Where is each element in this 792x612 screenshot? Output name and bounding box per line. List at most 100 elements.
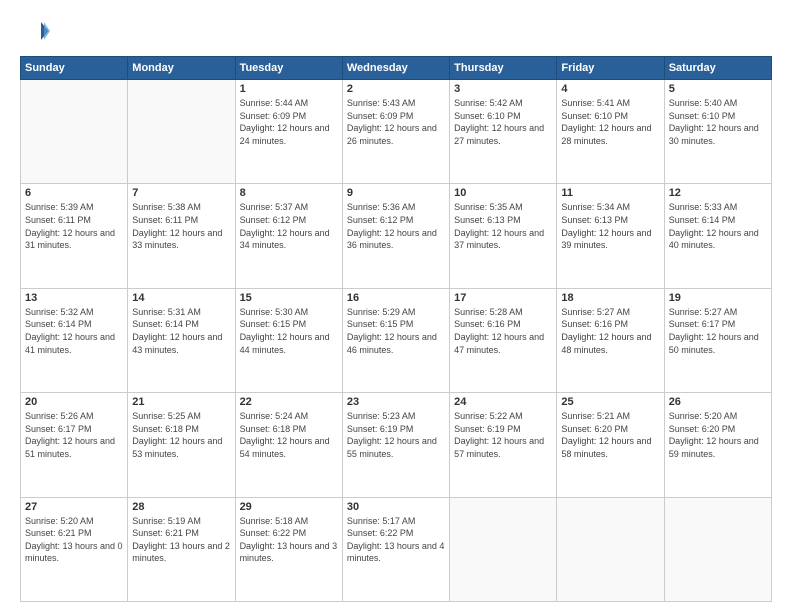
day-number: 30 <box>347 501 445 513</box>
calendar-weekday-thursday: Thursday <box>450 57 557 80</box>
day-number: 11 <box>561 187 659 199</box>
day-number: 27 <box>25 501 123 513</box>
calendar-cell: 19 Sunrise: 5:27 AMSunset: 6:17 PMDaylig… <box>664 288 771 392</box>
calendar-cell: 15 Sunrise: 5:30 AMSunset: 6:15 PMDaylig… <box>235 288 342 392</box>
day-number: 1 <box>240 83 338 95</box>
day-number: 5 <box>669 83 767 95</box>
day-detail: Sunrise: 5:35 AMSunset: 6:13 PMDaylight:… <box>454 202 544 250</box>
calendar-week-row: 27 Sunrise: 5:20 AMSunset: 6:21 PMDaylig… <box>21 497 772 601</box>
calendar-table: SundayMondayTuesdayWednesdayThursdayFrid… <box>20 56 772 602</box>
calendar-week-row: 6 Sunrise: 5:39 AMSunset: 6:11 PMDayligh… <box>21 184 772 288</box>
calendar-cell: 14 Sunrise: 5:31 AMSunset: 6:14 PMDaylig… <box>128 288 235 392</box>
day-detail: Sunrise: 5:21 AMSunset: 6:20 PMDaylight:… <box>561 411 651 459</box>
calendar-cell: 11 Sunrise: 5:34 AMSunset: 6:13 PMDaylig… <box>557 184 664 288</box>
calendar-cell: 2 Sunrise: 5:43 AMSunset: 6:09 PMDayligh… <box>342 80 449 184</box>
logo <box>20 16 54 46</box>
calendar-weekday-tuesday: Tuesday <box>235 57 342 80</box>
calendar-weekday-friday: Friday <box>557 57 664 80</box>
calendar-cell: 23 Sunrise: 5:23 AMSunset: 6:19 PMDaylig… <box>342 393 449 497</box>
day-number: 24 <box>454 396 552 408</box>
day-number: 15 <box>240 292 338 304</box>
day-number: 17 <box>454 292 552 304</box>
calendar-cell: 6 Sunrise: 5:39 AMSunset: 6:11 PMDayligh… <box>21 184 128 288</box>
day-detail: Sunrise: 5:20 AMSunset: 6:20 PMDaylight:… <box>669 411 759 459</box>
day-number: 25 <box>561 396 659 408</box>
calendar-cell: 27 Sunrise: 5:20 AMSunset: 6:21 PMDaylig… <box>21 497 128 601</box>
day-detail: Sunrise: 5:32 AMSunset: 6:14 PMDaylight:… <box>25 307 115 355</box>
day-detail: Sunrise: 5:33 AMSunset: 6:14 PMDaylight:… <box>669 202 759 250</box>
calendar-week-row: 13 Sunrise: 5:32 AMSunset: 6:14 PMDaylig… <box>21 288 772 392</box>
day-number: 10 <box>454 187 552 199</box>
day-detail: Sunrise: 5:36 AMSunset: 6:12 PMDaylight:… <box>347 202 437 250</box>
day-detail: Sunrise: 5:41 AMSunset: 6:10 PMDaylight:… <box>561 98 651 146</box>
calendar-cell: 7 Sunrise: 5:38 AMSunset: 6:11 PMDayligh… <box>128 184 235 288</box>
day-number: 12 <box>669 187 767 199</box>
day-number: 20 <box>25 396 123 408</box>
calendar-week-row: 1 Sunrise: 5:44 AMSunset: 6:09 PMDayligh… <box>21 80 772 184</box>
day-detail: Sunrise: 5:31 AMSunset: 6:14 PMDaylight:… <box>132 307 222 355</box>
calendar-cell: 17 Sunrise: 5:28 AMSunset: 6:16 PMDaylig… <box>450 288 557 392</box>
day-detail: Sunrise: 5:43 AMSunset: 6:09 PMDaylight:… <box>347 98 437 146</box>
day-detail: Sunrise: 5:29 AMSunset: 6:15 PMDaylight:… <box>347 307 437 355</box>
day-detail: Sunrise: 5:24 AMSunset: 6:18 PMDaylight:… <box>240 411 330 459</box>
day-detail: Sunrise: 5:23 AMSunset: 6:19 PMDaylight:… <box>347 411 437 459</box>
day-number: 4 <box>561 83 659 95</box>
calendar-cell: 13 Sunrise: 5:32 AMSunset: 6:14 PMDaylig… <box>21 288 128 392</box>
day-detail: Sunrise: 5:22 AMSunset: 6:19 PMDaylight:… <box>454 411 544 459</box>
calendar-cell: 3 Sunrise: 5:42 AMSunset: 6:10 PMDayligh… <box>450 80 557 184</box>
day-number: 9 <box>347 187 445 199</box>
day-number: 14 <box>132 292 230 304</box>
calendar-cell: 5 Sunrise: 5:40 AMSunset: 6:10 PMDayligh… <box>664 80 771 184</box>
calendar-cell: 26 Sunrise: 5:20 AMSunset: 6:20 PMDaylig… <box>664 393 771 497</box>
day-number: 2 <box>347 83 445 95</box>
calendar-weekday-monday: Monday <box>128 57 235 80</box>
page: SundayMondayTuesdayWednesdayThursdayFrid… <box>0 0 792 612</box>
calendar-cell <box>557 497 664 601</box>
day-detail: Sunrise: 5:18 AMSunset: 6:22 PMDaylight:… <box>240 516 338 564</box>
logo-icon <box>20 16 50 46</box>
day-number: 19 <box>669 292 767 304</box>
calendar-cell: 4 Sunrise: 5:41 AMSunset: 6:10 PMDayligh… <box>557 80 664 184</box>
day-number: 6 <box>25 187 123 199</box>
day-detail: Sunrise: 5:42 AMSunset: 6:10 PMDaylight:… <box>454 98 544 146</box>
calendar-cell: 20 Sunrise: 5:26 AMSunset: 6:17 PMDaylig… <box>21 393 128 497</box>
day-detail: Sunrise: 5:17 AMSunset: 6:22 PMDaylight:… <box>347 516 445 564</box>
day-number: 22 <box>240 396 338 408</box>
day-number: 7 <box>132 187 230 199</box>
day-detail: Sunrise: 5:19 AMSunset: 6:21 PMDaylight:… <box>132 516 230 564</box>
day-detail: Sunrise: 5:27 AMSunset: 6:17 PMDaylight:… <box>669 307 759 355</box>
day-number: 26 <box>669 396 767 408</box>
calendar-cell <box>450 497 557 601</box>
calendar-header-row: SundayMondayTuesdayWednesdayThursdayFrid… <box>21 57 772 80</box>
calendar-cell: 9 Sunrise: 5:36 AMSunset: 6:12 PMDayligh… <box>342 184 449 288</box>
day-detail: Sunrise: 5:34 AMSunset: 6:13 PMDaylight:… <box>561 202 651 250</box>
calendar-cell: 1 Sunrise: 5:44 AMSunset: 6:09 PMDayligh… <box>235 80 342 184</box>
calendar-cell <box>21 80 128 184</box>
calendar-weekday-sunday: Sunday <box>21 57 128 80</box>
calendar-cell: 16 Sunrise: 5:29 AMSunset: 6:15 PMDaylig… <box>342 288 449 392</box>
calendar-cell: 8 Sunrise: 5:37 AMSunset: 6:12 PMDayligh… <box>235 184 342 288</box>
calendar-cell <box>664 497 771 601</box>
day-number: 28 <box>132 501 230 513</box>
calendar-weekday-wednesday: Wednesday <box>342 57 449 80</box>
day-detail: Sunrise: 5:39 AMSunset: 6:11 PMDaylight:… <box>25 202 115 250</box>
day-detail: Sunrise: 5:44 AMSunset: 6:09 PMDaylight:… <box>240 98 330 146</box>
calendar-cell: 29 Sunrise: 5:18 AMSunset: 6:22 PMDaylig… <box>235 497 342 601</box>
day-number: 3 <box>454 83 552 95</box>
calendar-cell: 12 Sunrise: 5:33 AMSunset: 6:14 PMDaylig… <box>664 184 771 288</box>
day-detail: Sunrise: 5:20 AMSunset: 6:21 PMDaylight:… <box>25 516 123 564</box>
day-detail: Sunrise: 5:25 AMSunset: 6:18 PMDaylight:… <box>132 411 222 459</box>
day-number: 18 <box>561 292 659 304</box>
day-detail: Sunrise: 5:26 AMSunset: 6:17 PMDaylight:… <box>25 411 115 459</box>
day-detail: Sunrise: 5:37 AMSunset: 6:12 PMDaylight:… <box>240 202 330 250</box>
calendar-cell: 25 Sunrise: 5:21 AMSunset: 6:20 PMDaylig… <box>557 393 664 497</box>
calendar-week-row: 20 Sunrise: 5:26 AMSunset: 6:17 PMDaylig… <box>21 393 772 497</box>
calendar-cell <box>128 80 235 184</box>
day-detail: Sunrise: 5:28 AMSunset: 6:16 PMDaylight:… <box>454 307 544 355</box>
day-number: 8 <box>240 187 338 199</box>
day-number: 21 <box>132 396 230 408</box>
calendar-cell: 22 Sunrise: 5:24 AMSunset: 6:18 PMDaylig… <box>235 393 342 497</box>
day-detail: Sunrise: 5:38 AMSunset: 6:11 PMDaylight:… <box>132 202 222 250</box>
calendar-cell: 18 Sunrise: 5:27 AMSunset: 6:16 PMDaylig… <box>557 288 664 392</box>
calendar-cell: 10 Sunrise: 5:35 AMSunset: 6:13 PMDaylig… <box>450 184 557 288</box>
